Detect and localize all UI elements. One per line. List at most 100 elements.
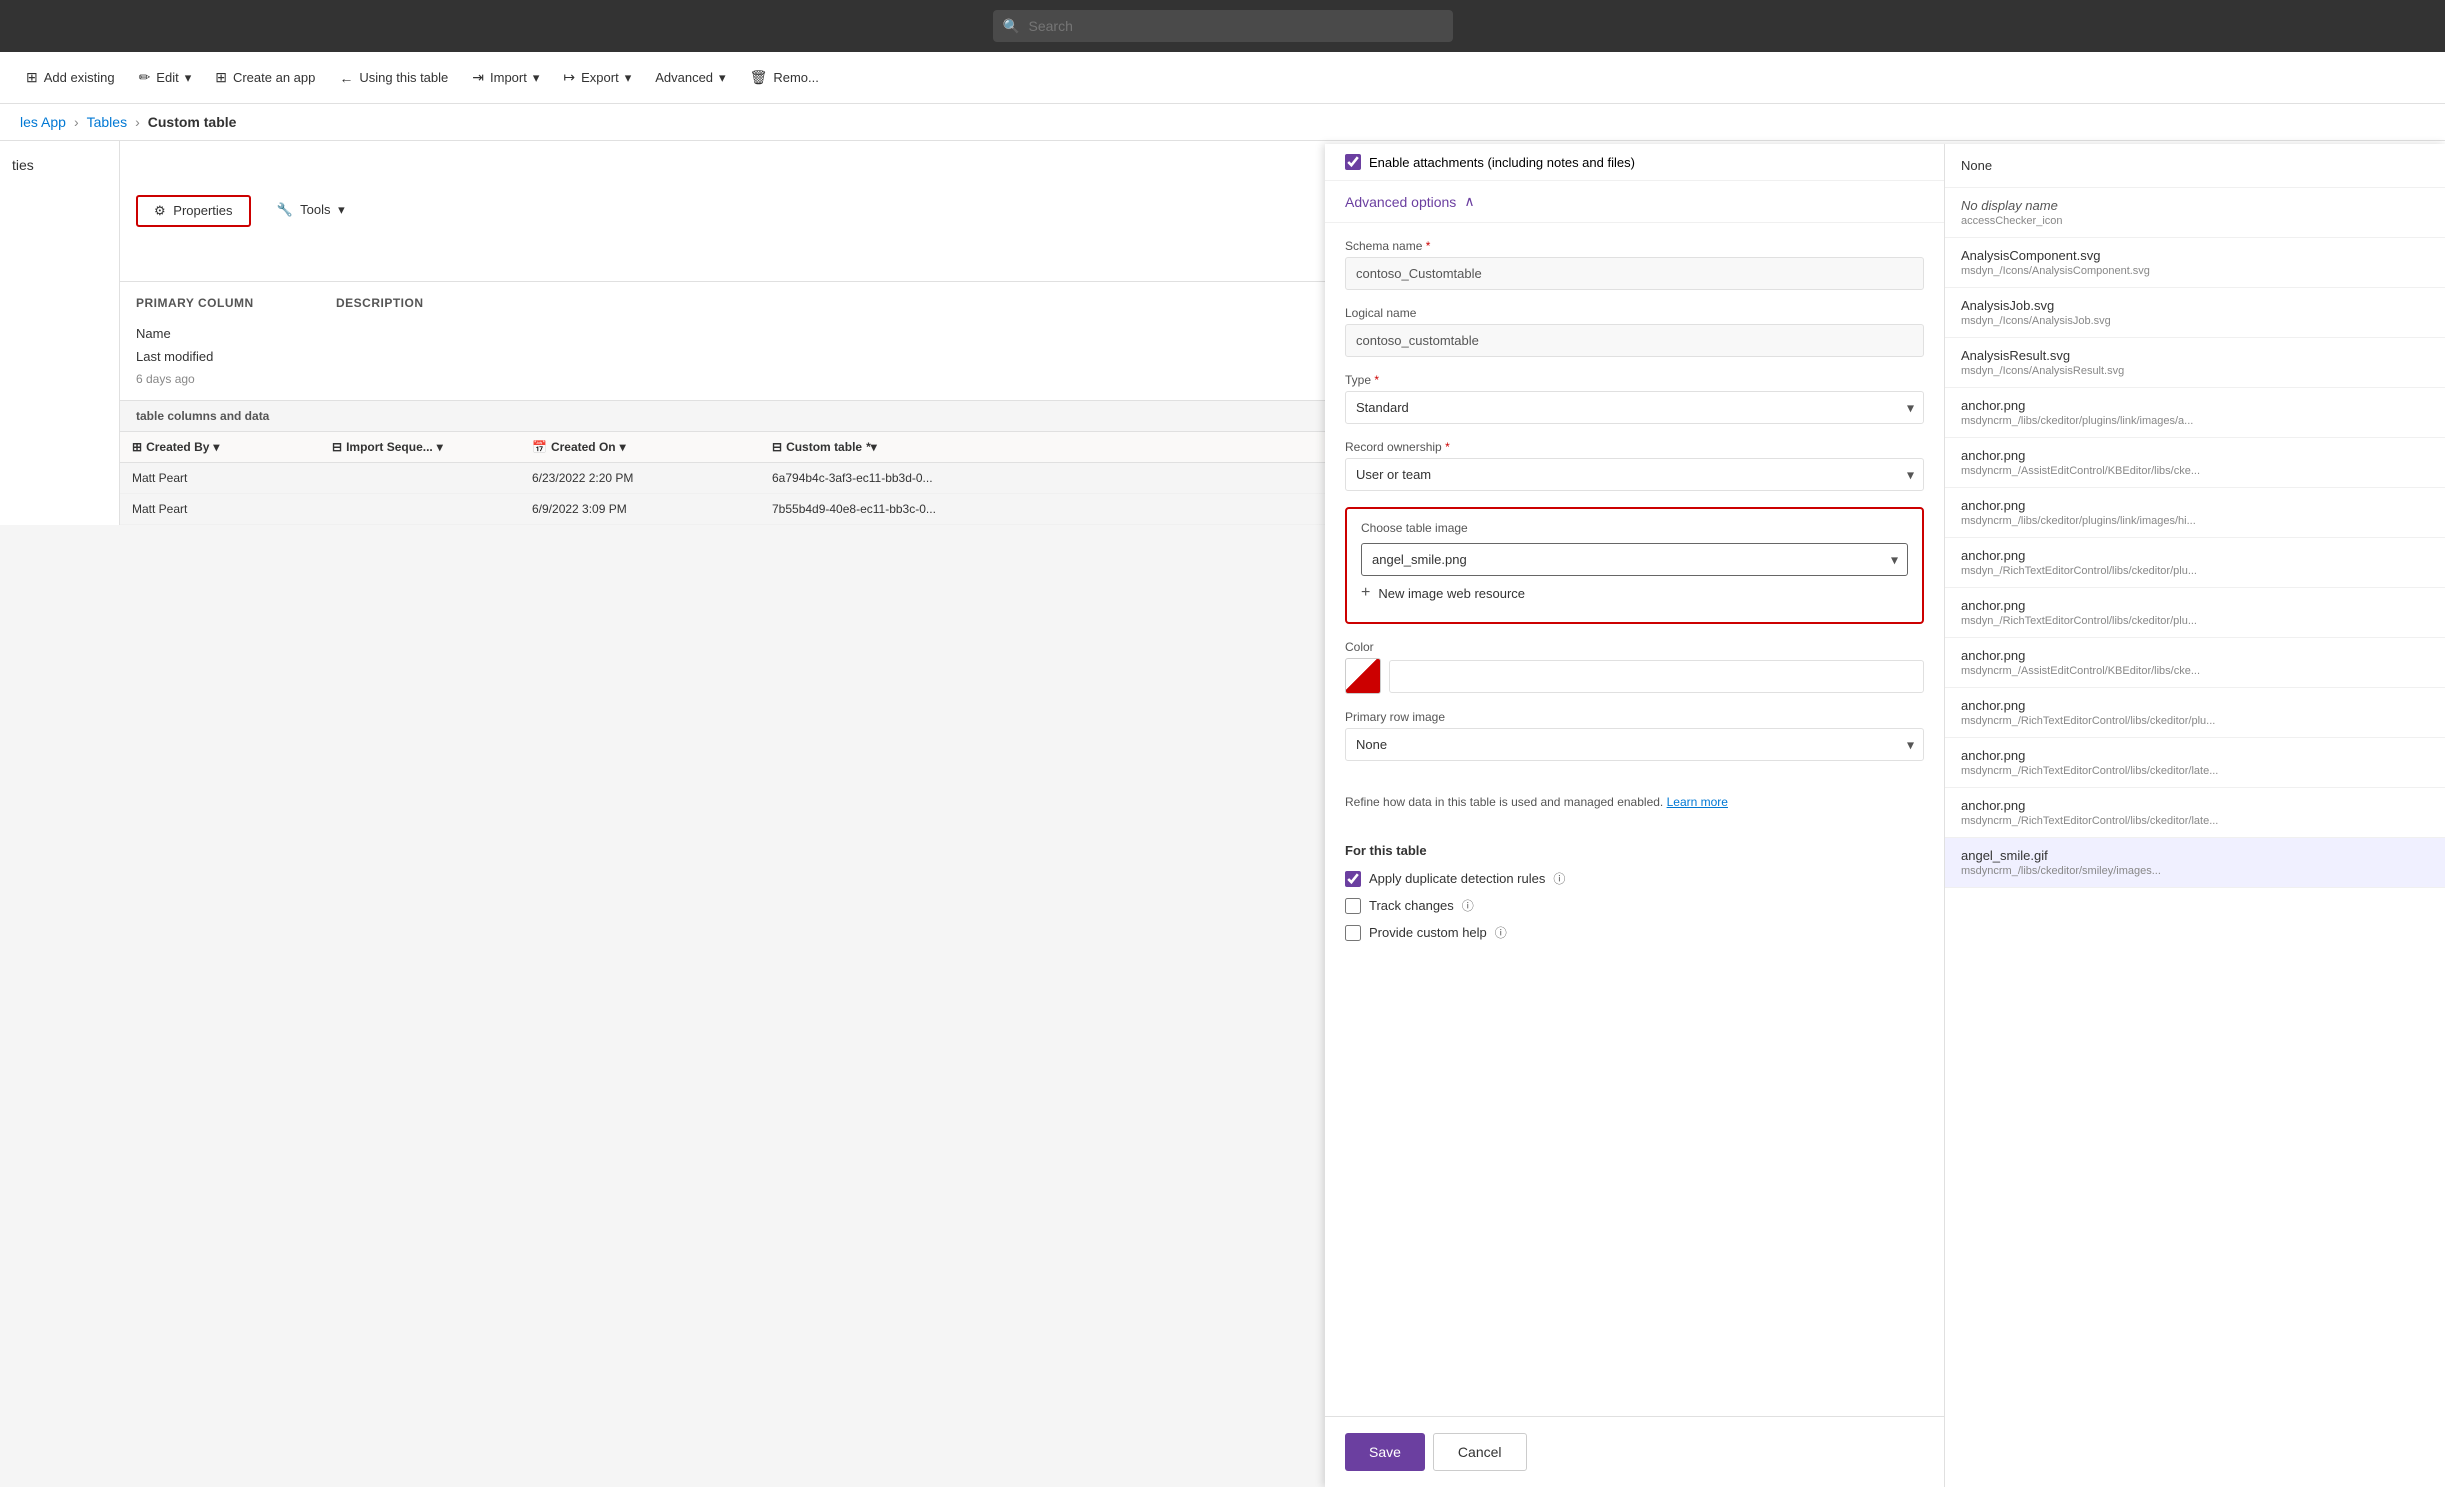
cell-name: Name [136,326,336,341]
logical-name-label: Logical name [1345,306,1924,320]
dropdown-item-anchor-7[interactable]: anchor.png msdyncrm_/RichTextEditorContr… [1945,688,2445,738]
search-icon: 🔍 [1003,18,1020,35]
export-button[interactable]: ↦ Export ▾ [553,63,641,92]
dropdown-item-analysis-component[interactable]: AnalysisComponent.svg msdyn_/Icons/Analy… [1945,238,2445,288]
col-header-description: Description [336,296,516,310]
save-button[interactable]: Save [1345,1433,1425,1471]
col-icon-created-on: 📅 [532,440,547,454]
logical-name-input[interactable] [1345,324,1924,357]
apply-duplicate-row: Apply duplicate detection rules ⓘ [1345,870,1924,887]
col-chevron-custom[interactable]: *▾ [866,440,877,454]
cancel-button[interactable]: Cancel [1433,1433,1527,1471]
dropdown-item-anchor-6[interactable]: anchor.png msdyncrm_/AssistEditControl/K… [1945,638,2445,688]
color-input[interactable] [1389,660,1924,693]
advanced-options-toggle[interactable]: Advanced options ∧ [1325,181,1944,223]
ownership-select[interactable]: User or team Organization [1345,458,1924,491]
tools-icon: 🔧 [277,202,293,217]
apply-duplicate-info-icon[interactable]: ⓘ [1553,870,1565,887]
dropdown-item-anchor-4[interactable]: anchor.png msdyn_/RichTextEditorControl/… [1945,538,2445,588]
refine-text: Refine how data in this table is used an… [1325,793,1944,811]
cell-row2-created-on: 6/9/2022 3:09 PM [532,502,772,516]
app-icon: ⊞ [215,69,227,86]
breadcrumb-app-link[interactable]: les App [20,114,66,130]
enable-attachments-checkbox[interactable] [1345,154,1361,170]
track-changes-checkbox[interactable] [1345,898,1361,914]
logical-name-group: Logical name [1345,306,1924,357]
track-changes-info-icon[interactable]: ⓘ [1462,897,1474,914]
dropdown-item-anchor-5[interactable]: anchor.png msdyn_/RichTextEditorControl/… [1945,588,2445,638]
properties-tab[interactable]: ⚙ Properties [136,195,251,227]
dropdown-item-anchor-3[interactable]: anchor.png msdyncrm_/libs/ckeditor/plugi… [1945,488,2445,538]
schema-required-star: * [1426,239,1431,253]
data-section-title: table columns and data [136,409,269,423]
type-select[interactable]: Standard Activity Virtual [1345,391,1924,424]
import-button[interactable]: ⇥ Import ▾ [462,63,549,92]
learn-more-link[interactable]: Learn more [1667,795,1728,809]
col-chevron-import[interactable]: ▾ [437,440,443,454]
color-section: Color [1345,640,1924,694]
advanced-button[interactable]: Advanced ▾ [645,64,735,92]
col-chevron-created-by[interactable]: ▾ [213,440,219,454]
col-icon-custom: ⊟ [772,440,782,454]
remove-button[interactable]: 🗑 Remo... [740,63,829,92]
import-icon: ⇥ [472,69,484,86]
cell-row2-created-by: Matt Peart [132,502,332,516]
breadcrumb-current: Custom table [148,114,237,130]
col-icon-created-by: ⊞ [132,440,142,454]
breadcrumb: les App › Tables › Custom table [0,104,2445,141]
new-image-button[interactable]: + New image web resource [1361,576,1525,610]
dropdown-item-anchor-9[interactable]: anchor.png msdyncrm_/RichTextEditorContr… [1945,788,2445,838]
ownership-required-star: * [1445,440,1450,454]
image-select-wrapper: angel_smile.png None ▾ [1361,543,1908,576]
dropdown-item-anchor-1[interactable]: anchor.png msdyncrm_/libs/ckeditor/plugi… [1945,388,2445,438]
type-required-star: * [1374,373,1379,387]
col-created-by: ⊞ Created By ▾ [132,440,332,454]
primary-row-image-group: Primary row image None ▾ [1345,710,1924,761]
col-custom-table: ⊟ Custom table *▾ [772,440,1012,454]
top-bar: 🔍 [0,0,2445,52]
search-wrapper: 🔍 [993,10,1453,42]
record-ownership-label: Record ownership * [1345,440,1924,454]
dropdown-item-angel-smile-gif[interactable]: angel_smile.gif msdyncrm_/libs/ckeditor/… [1945,838,2445,888]
schema-name-group: Schema name * [1345,239,1924,290]
provide-custom-help-label: Provide custom help [1369,925,1487,940]
dropdown-item-no-display[interactable]: No display name accessChecker_icon [1945,188,2445,238]
properties-panel: Enable attachments (including notes and … [1325,144,1945,1487]
col-chevron-created-on[interactable]: ▾ [620,440,626,454]
cell-row1-created-by: Matt Peart [132,471,332,485]
search-input[interactable] [993,10,1453,42]
primary-image-select[interactable]: None [1345,728,1924,761]
apply-duplicate-checkbox[interactable] [1345,871,1361,887]
provide-custom-help-checkbox[interactable] [1345,925,1361,941]
col-header-primary: Primary column [136,296,336,310]
advanced-chevron-icon: ▾ [719,70,726,86]
color-swatch[interactable] [1345,658,1381,694]
advanced-content: Schema name * Logical name Type * [1325,223,1944,793]
col-import-seq: ⊟ Import Seque... ▾ [332,440,532,454]
create-app-button[interactable]: ⊞ Create an app [205,63,325,92]
type-select-wrapper: Standard Activity Virtual ▾ [1345,391,1924,424]
breadcrumb-tables-link[interactable]: Tables [87,114,127,130]
dropdown-item-analysis-job[interactable]: AnalysisJob.svg msdyn_/Icons/AnalysisJob… [1945,288,2445,338]
dropdown-item-analysis-result[interactable]: AnalysisResult.svg msdyn_/Icons/Analysis… [1945,338,2445,388]
enable-attachments-row: Enable attachments (including notes and … [1325,144,1944,181]
schema-name-input[interactable] [1345,257,1924,290]
provide-help-info-icon[interactable]: ⓘ [1495,924,1507,941]
left-nav-label: ties [12,157,107,173]
add-existing-button[interactable]: ⊞ Add existing [16,63,125,92]
color-label: Color [1345,640,1924,654]
dropdown-item-none[interactable]: None [1945,144,2445,188]
export-icon: ↦ [563,69,575,86]
dropdown-item-anchor-2[interactable]: anchor.png msdyncrm_/AssistEditControl/K… [1945,438,2445,488]
tools-tab[interactable]: 🔧 Tools ▾ [261,196,361,226]
ownership-select-wrapper: User or team Organization ▾ [1345,458,1924,491]
dropdown-item-anchor-8[interactable]: anchor.png msdyncrm_/RichTextEditorContr… [1945,738,2445,788]
add-icon: ⊞ [26,69,38,86]
panel-footer: Save Cancel [1325,1416,1944,1487]
using-table-button[interactable]: ← Using this table [329,64,458,92]
cell-row1-custom: 6a794b4c-3af3-ec11-bb3d-0... [772,471,1012,485]
image-select[interactable]: angel_smile.png None [1361,543,1908,576]
arrow-left-icon: ← [339,70,353,86]
edit-button[interactable]: ✏ Edit ▾ [129,63,202,92]
import-chevron-icon: ▾ [533,70,540,86]
